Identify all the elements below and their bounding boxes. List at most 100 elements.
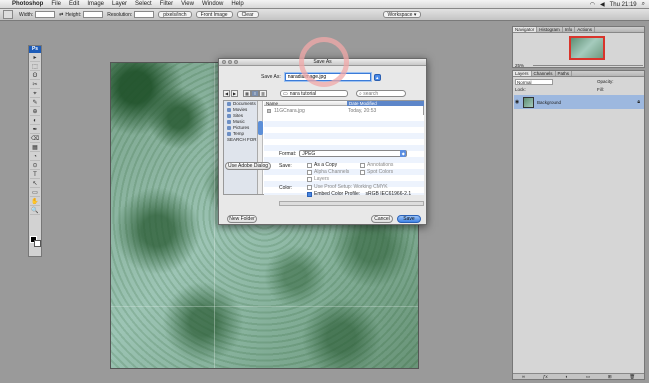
front-image-button[interactable]: Front Image xyxy=(195,11,233,18)
color-profile-name: sRGB IEC61966-2.1 xyxy=(365,191,412,197)
zoom-slider[interactable] xyxy=(533,65,643,66)
background-color-swatch[interactable] xyxy=(34,240,41,247)
clear-button[interactable]: Clear xyxy=(236,11,259,18)
trash-icon[interactable]: 🗑 xyxy=(629,374,635,379)
navigator-preview[interactable] xyxy=(569,36,605,60)
eye-icon[interactable]: ◉ xyxy=(514,99,520,105)
move-tool-icon[interactable]: ▸ xyxy=(30,54,40,62)
shape-tool-icon[interactable]: ▭ xyxy=(30,189,40,197)
cancel-button[interactable]: Cancel xyxy=(371,215,393,223)
menu-file[interactable]: File xyxy=(51,1,61,7)
folder-icon: ▭ xyxy=(283,90,288,97)
tab-navigator[interactable]: Navigator xyxy=(513,27,538,32)
height-field[interactable] xyxy=(83,11,104,18)
swap-icon[interactable]: ⇄ xyxy=(59,12,63,18)
list-view-icon[interactable]: ≡ xyxy=(251,90,259,97)
photoshop-logo[interactable]: Ps xyxy=(29,46,41,53)
eraser-tool-icon[interactable]: ⌫ xyxy=(30,135,40,143)
volume-icon[interactable]: ◀ xyxy=(600,1,605,8)
alpha-channels-checkbox[interactable]: Alpha Channels xyxy=(307,169,349,175)
new-layer-icon[interactable]: ⊞ xyxy=(608,374,612,379)
forward-icon[interactable]: ▶ xyxy=(231,90,238,97)
tab-info[interactable]: Info xyxy=(563,27,576,32)
menu-edit[interactable]: Edit xyxy=(69,1,79,7)
new-folder-button[interactable]: New Folder xyxy=(227,215,257,223)
layer-style-icon[interactable]: ƒx xyxy=(543,374,548,379)
temp-folder-icon xyxy=(227,132,231,136)
back-icon[interactable]: ◀ xyxy=(223,90,230,97)
menu-view[interactable]: View xyxy=(181,1,194,7)
crop-tool-preset-icon[interactable] xyxy=(3,10,13,19)
file-row[interactable]: 11GCnara.jpg Today, 20:53 xyxy=(264,108,424,114)
width-field[interactable] xyxy=(35,11,56,18)
icon-view-icon[interactable]: ▦ xyxy=(243,90,251,97)
crop-tool-icon[interactable]: ✂ xyxy=(30,81,40,89)
scrollbar-thumb[interactable] xyxy=(258,121,263,135)
blend-mode-select[interactable]: Normal xyxy=(515,79,553,85)
tab-layers[interactable]: Layers xyxy=(513,71,532,76)
spotlight-icon[interactable]: ⌕ xyxy=(642,1,645,8)
slice-tool-icon[interactable]: ⌖ xyxy=(30,90,40,98)
zoom-tool-icon[interactable]: 🔍 xyxy=(30,207,40,215)
dodge-tool-icon[interactable]: ⊙ xyxy=(30,162,40,170)
navigation-row: ◀ ▶ ▦ ≡ ▥ ▭ nara tutorial ⌕ search xyxy=(223,89,424,98)
name-column-header[interactable]: Name xyxy=(266,101,278,106)
history-brush-tool-icon[interactable]: ◐ xyxy=(30,117,40,125)
menu-layer[interactable]: Layer xyxy=(112,1,127,7)
clock[interactable]: Thu 21:19 xyxy=(610,2,637,8)
filename-input[interactable] xyxy=(284,73,371,81)
layer-row-background[interactable]: ◉ Background 🔒︎ xyxy=(514,95,644,109)
date-column-header[interactable]: Date Modified xyxy=(347,101,424,106)
new-group-icon[interactable]: ▭ xyxy=(586,374,590,379)
search-field[interactable]: ⌕ search xyxy=(356,90,406,97)
resolution-field[interactable] xyxy=(134,11,155,18)
use-adobe-dialog-button[interactable]: Use Adobe Dialog xyxy=(225,162,271,170)
layer-name: Background xyxy=(537,99,562,105)
marquee-tool-icon[interactable]: ⬚ xyxy=(30,63,40,71)
zoom-window-icon[interactable] xyxy=(234,60,238,64)
menu-image[interactable]: Image xyxy=(87,1,104,7)
menu-select[interactable]: Select xyxy=(135,1,152,7)
expand-dialog-toggle-icon[interactable]: ▲ xyxy=(373,73,381,81)
zoom-level[interactable]: 25% xyxy=(515,63,524,68)
format-select[interactable]: JPEG ◆ xyxy=(299,150,408,157)
location-select[interactable]: ▭ nara tutorial xyxy=(280,90,348,97)
pictures-icon xyxy=(227,126,231,130)
spot-colors-checkbox[interactable]: Spot Colors xyxy=(360,169,393,175)
type-tool-icon[interactable]: T xyxy=(30,171,40,179)
tab-actions[interactable]: Actions xyxy=(575,27,596,32)
menu-window[interactable]: Window xyxy=(202,1,223,7)
app-menu[interactable]: Photoshop xyxy=(12,1,43,7)
dialog-titlebar[interactable]: Save As xyxy=(219,59,426,66)
wifi-icon[interactable]: ◠ xyxy=(590,1,595,8)
menu-help[interactable]: Help xyxy=(231,1,243,7)
gradient-tool-icon[interactable]: ▦ xyxy=(30,144,40,152)
save-button[interactable]: Save xyxy=(397,215,421,223)
column-view-icon[interactable]: ▥ xyxy=(259,90,267,97)
annotations-checkbox[interactable]: Annotations xyxy=(360,162,393,168)
workspace-menu[interactable]: Workspace ▾ xyxy=(382,11,422,18)
sidebar-scrollbar[interactable] xyxy=(258,101,263,194)
lasso-tool-icon[interactable]: ʘ xyxy=(30,72,40,80)
documents-icon xyxy=(227,102,231,106)
brush-tool-icon[interactable]: ✎ xyxy=(30,99,40,107)
hand-tool-icon[interactable]: ✋ xyxy=(30,198,40,206)
clone-stamp-tool-icon[interactable]: ⊕ xyxy=(30,108,40,116)
tab-paths[interactable]: Paths xyxy=(556,71,573,76)
layers-checkbox[interactable]: Layers xyxy=(307,176,329,182)
close-window-icon[interactable] xyxy=(222,60,226,64)
tab-histogram[interactable]: Histogram xyxy=(537,27,563,32)
link-layers-icon[interactable]: ∞ xyxy=(522,374,525,379)
blur-tool-icon[interactable]: ◔ xyxy=(30,153,40,161)
tab-channels[interactable]: Channels xyxy=(532,71,556,76)
menu-filter[interactable]: Filter xyxy=(160,1,173,7)
use-proof-setup-checkbox[interactable]: Use Proof Setup: Working CMYK xyxy=(307,184,388,190)
as-a-copy-checkbox[interactable]: As a Copy xyxy=(307,162,337,168)
path-selection-tool-icon[interactable]: ↖ xyxy=(30,180,40,188)
adjustment-layer-icon[interactable]: ◐ xyxy=(565,374,568,379)
pen-tool-icon[interactable]: ✒ xyxy=(30,126,40,134)
search-placeholder: search xyxy=(363,91,379,97)
embed-color-profile-checkbox[interactable]: Embed Color Profile: sRGB IEC61966-2.1 xyxy=(307,191,411,197)
minimize-window-icon[interactable] xyxy=(228,60,232,64)
resolution-unit-select[interactable]: pixels/inch xyxy=(158,11,192,18)
